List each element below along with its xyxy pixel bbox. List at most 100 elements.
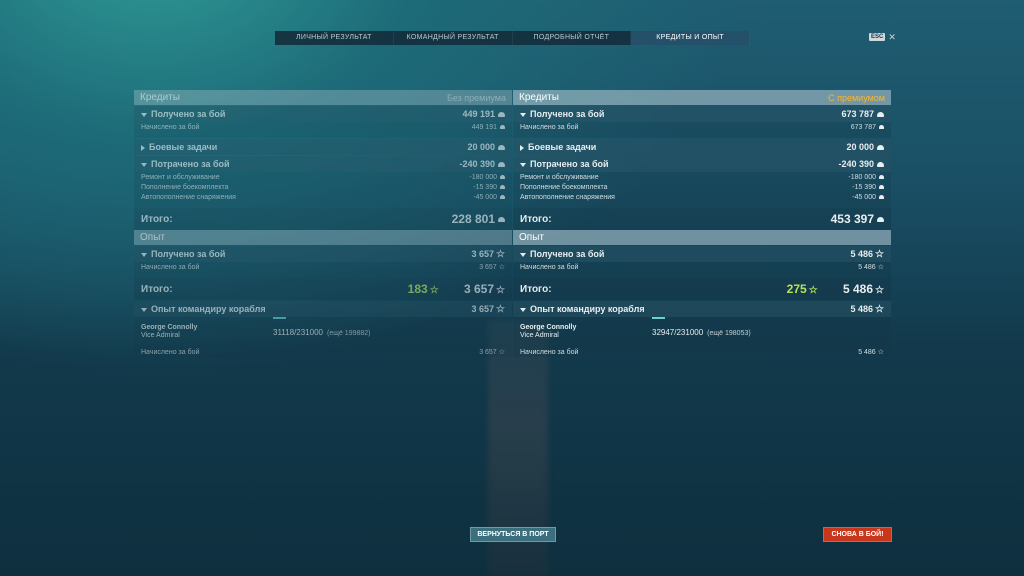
repair-row: Ремонт и обслуживание -180 000 [134, 172, 512, 182]
star-icon: ☆ [875, 248, 884, 260]
combat-tasks-group[interactable]: Боевые задачи 20 000 [513, 139, 891, 155]
accrued-value: 449 191 [471, 123, 497, 131]
xp-earned-group[interactable]: Получено за бой 3 657 ☆ [134, 246, 512, 262]
xp-header: Опыт [134, 230, 512, 245]
xp-earned-group[interactable]: Получено за бой 5 486 ☆ [513, 246, 891, 262]
xp-earned-value: 3 657 [471, 248, 495, 259]
commander-xp-remaining: (ещё 199882) [326, 329, 371, 337]
xp-header: Опыт [513, 230, 891, 245]
commander-progress-bar [652, 317, 665, 319]
repair-row: Ремонт и обслуживание -180 000 [513, 172, 891, 182]
consumables-row: Автопополнение снаряжения -45 000 [134, 192, 512, 202]
earned-value: 673 787 [841, 109, 874, 119]
credits-icon [500, 174, 505, 179]
commander-name: George Connolly [520, 324, 577, 331]
credits-total-value: 453 397 [830, 212, 874, 226]
credits-title: Кредиты [519, 92, 559, 103]
credits-icon [877, 112, 884, 118]
xp-total-label: Итого: [141, 283, 173, 295]
spent-value: -240 390 [459, 159, 495, 169]
ammo-row: Пополнение боекомплекта -15 390 [513, 182, 891, 192]
earned-label: Получено за бой [141, 109, 225, 119]
commander-xp-max: /231000 [674, 327, 704, 337]
return-to-port-button[interactable]: ВЕРНУТЬСЯ В ПОРТ [470, 527, 556, 542]
credits-total-value: 228 801 [451, 212, 495, 226]
credits-icon [879, 194, 884, 199]
combat-tasks-label: Боевые задачи [141, 142, 217, 152]
ammo-label: Пополнение боекомплекта [520, 183, 608, 191]
commander-xp-label: Опыт командиру корабля [141, 304, 266, 314]
credits-total-row: Итого: 453 397 [513, 208, 891, 230]
tab-team-result[interactable]: КОМАНДНЫЙ РЕЗУЛЬТАТ [394, 31, 513, 45]
credits-total-row: Итого: 228 801 [134, 208, 512, 230]
xp-total-value: 5 486 [843, 282, 874, 296]
consumables-label: Автопополнение снаряжения [141, 193, 236, 201]
commander-accrued-value: 5 486 [858, 349, 876, 356]
commander-rank: Vice Admiral [520, 332, 559, 339]
earned-value: 449 191 [462, 109, 495, 119]
commander-xp-group[interactable]: Опыт командиру корабля 5 486 ☆ [513, 301, 891, 317]
star-icon: ☆ [877, 349, 884, 356]
xp-accrued-value: 3 657 [479, 264, 497, 271]
consumables-value: -45 000 [473, 193, 497, 201]
combat-tasks-value: 20 000 [846, 142, 874, 152]
consumables-row: Автопополнение снаряжения -45 000 [513, 192, 891, 202]
repair-label: Ремонт и обслуживание [141, 173, 220, 181]
combat-tasks-group[interactable]: Боевые задачи 20 000 [134, 139, 512, 155]
star-icon: ☆ [875, 285, 884, 296]
xp-accrued-label: Начислено за бой [520, 263, 579, 271]
commander-xp-value: 3 657 [471, 303, 495, 314]
credits-title: Кредиты [140, 92, 180, 103]
combat-tasks-value: 20 000 [467, 142, 495, 152]
commander-accrued-label: Начислено за бой [520, 348, 579, 356]
panel-without-premium: Кредиты Без премиума Получено за бой 449… [134, 90, 512, 357]
commander-xp-group[interactable]: Опыт командиру корабля 3 657 ☆ [134, 301, 512, 317]
credits-icon [498, 162, 505, 168]
commander-info: George Connolly Vice Admiral 31118/23100… [134, 317, 512, 347]
spent-group[interactable]: Потрачено за бой -240 390 [134, 156, 512, 172]
commander-xp-current: 31118 [273, 327, 295, 337]
credits-icon [500, 124, 505, 129]
earned-group[interactable]: Получено за бой 449 191 [134, 106, 512, 122]
commander-xp-label: Опыт командиру корабля [520, 304, 645, 314]
xp-total-row: Итого: 275 ☆ 5 486 ☆ [513, 278, 891, 300]
repair-value: -180 000 [848, 173, 876, 181]
xp-title: Опыт [140, 232, 165, 243]
xp-total-row: Итого: 183 ☆ 3 657 ☆ [134, 278, 512, 300]
accrued-label: Начислено за бой [520, 123, 579, 131]
battle-again-button[interactable]: СНОВА В БОЙ! [823, 527, 892, 542]
panel-with-premium: Кредиты С премиумом Получено за бой 673 … [513, 90, 891, 357]
credits-icon [498, 112, 505, 118]
star-icon: ☆ [877, 264, 884, 271]
credits-icon [879, 124, 884, 129]
tab-credits-xp[interactable]: КРЕДИТЫ И ОПЫТ [631, 31, 750, 45]
commander-rank: Vice Admiral [141, 332, 180, 339]
earned-group[interactable]: Получено за бой 673 787 [513, 106, 891, 122]
xp-earned-value: 5 486 [850, 248, 874, 259]
premium-status-badge: С премиумом [828, 92, 885, 103]
free-xp-value: 183 [407, 282, 428, 296]
spent-label: Потрачено за бой [141, 159, 230, 169]
tab-personal-result[interactable]: ЛИЧНЫЙ РЕЗУЛЬТАТ [275, 31, 394, 45]
commander-xp-remaining: (ещё 198053) [707, 329, 751, 337]
premium-status-badge: Без премиума [446, 92, 506, 103]
commander-accrued-row: Начислено за бой 3 657 ☆ [134, 347, 512, 357]
results-tabs: ЛИЧНЫЙ РЕЗУЛЬТАТ КОМАНДНЫЙ РЕЗУЛЬТАТ ПОД… [275, 31, 750, 45]
ammo-value: -15 390 [852, 183, 876, 191]
commander-xp-value: 5 486 [850, 303, 874, 314]
repair-label: Ремонт и обслуживание [520, 173, 599, 181]
xp-title: Опыт [519, 232, 544, 243]
ammo-value: -15 390 [473, 183, 497, 191]
spent-group[interactable]: Потрачено за бой -240 390 [513, 156, 891, 172]
consumables-value: -45 000 [852, 193, 876, 201]
xp-accrued-value: 5 486 [858, 264, 876, 271]
star-icon: ☆ [496, 248, 505, 260]
tab-detailed-report[interactable]: ПОДРОБНЫЙ ОТЧЁТ [513, 31, 632, 45]
credits-icon [500, 184, 505, 189]
close-button[interactable]: ESC ✕ [869, 33, 896, 42]
accrued-row: Начислено за бой 449 191 [134, 122, 512, 132]
free-xp-star-icon: ☆ [808, 285, 818, 296]
xp-earned-label: Получено за бой [141, 249, 225, 259]
star-icon: ☆ [498, 264, 505, 271]
credits-icon [500, 194, 505, 199]
